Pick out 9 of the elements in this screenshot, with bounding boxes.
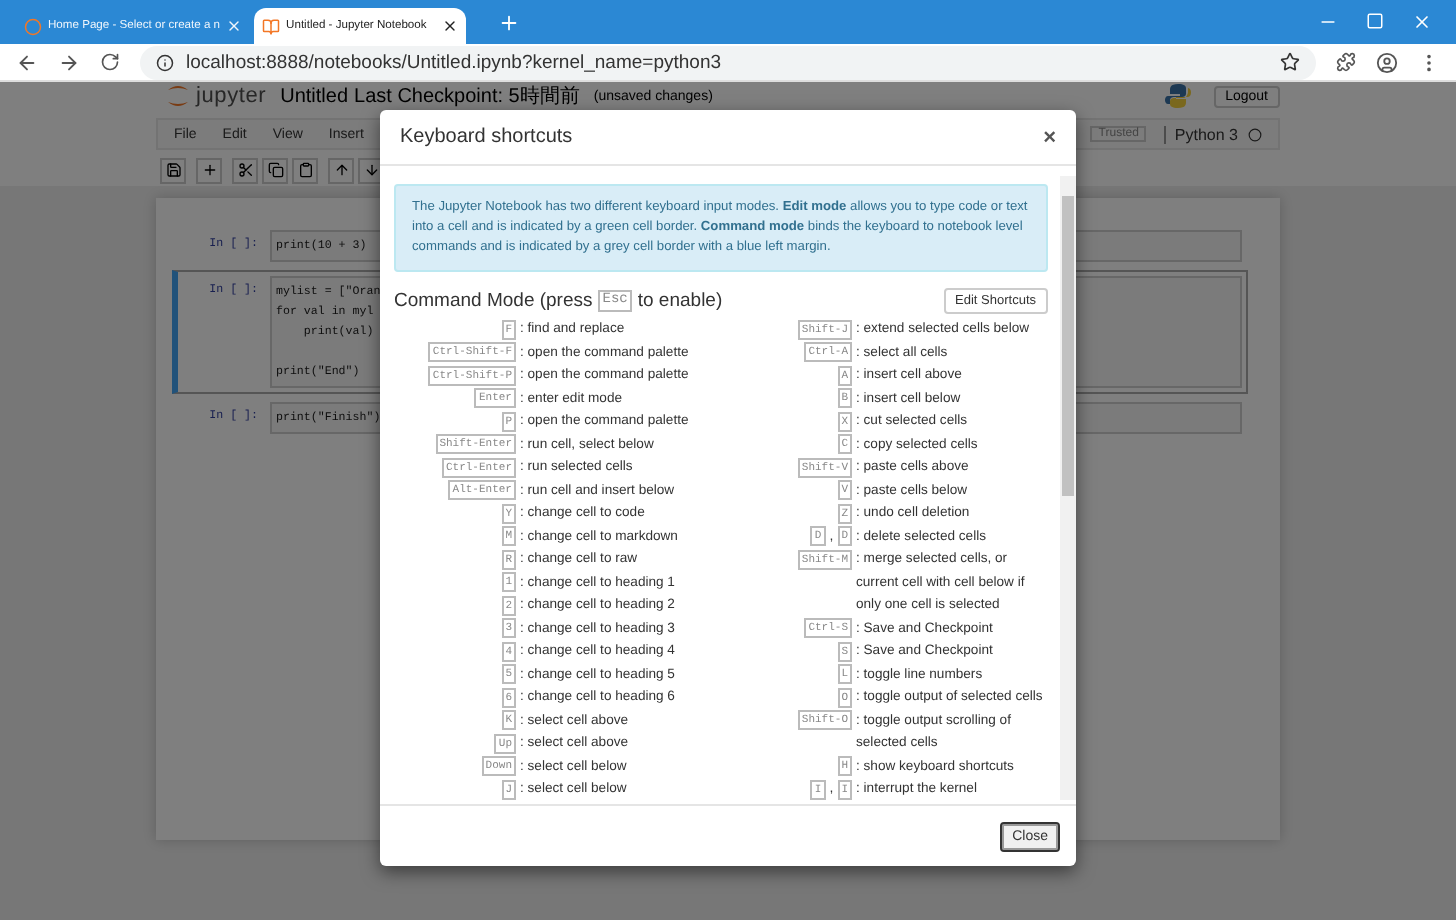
close-button[interactable]: × bbox=[1043, 125, 1056, 149]
logo-text: jupyter bbox=[196, 84, 267, 108]
checkpoint-text: Last Checkpoint: 5時間前 bbox=[354, 83, 580, 110]
section-heading: to enable) bbox=[637, 290, 723, 312]
section-heading: Command Mode (press bbox=[394, 290, 593, 312]
notebook-title[interactable]: Untitled bbox=[280, 85, 349, 107]
kernel-name: Python 3 bbox=[1164, 125, 1238, 143]
address-field[interactable]: localhost:8888/notebooks/Untitled.ipynb?kernel_name=python3 bbox=[140, 45, 1316, 79]
dialog-title: Keyboard shortcuts bbox=[400, 126, 573, 148]
